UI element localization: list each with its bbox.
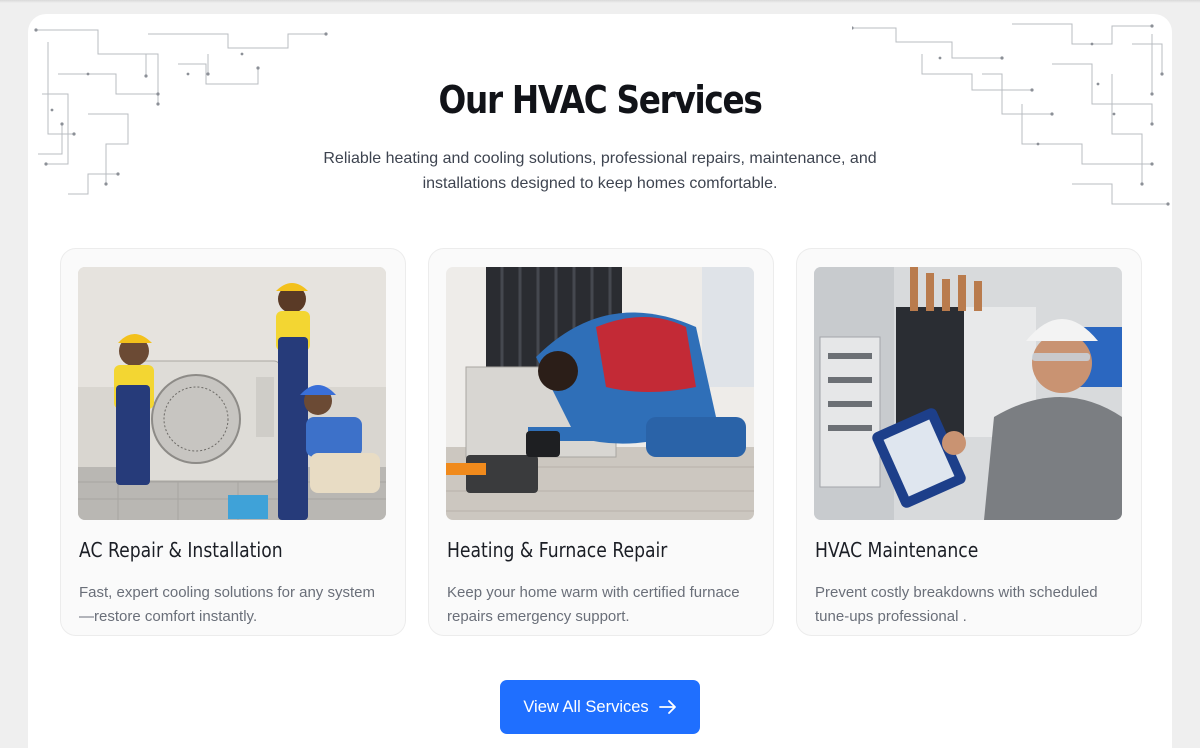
arrow-right-icon [658,700,676,714]
page-top-shadow [0,0,1200,3]
view-all-services-button[interactable]: View All Services [500,680,700,734]
ac-installation-photo [78,267,386,520]
furnace-repair-photo [446,267,754,520]
service-title: AC Repair & Installation [79,538,283,562]
section-subtitle: Reliable heating and cooling solutions, … [323,150,877,192]
service-description: Prevent costly breakdowns with scheduled… [815,584,1098,625]
service-card-ac-repair[interactable]: AC Repair & Installation Fast, expert co… [60,248,406,636]
services-section: Our HVAC Services Reliable heating and c… [28,14,1172,748]
view-all-services-label: View All Services [523,697,649,716]
maintenance-photo [814,267,1122,520]
service-title: Heating & Furnace Repair [447,538,668,562]
service-title: HVAC Maintenance [815,538,979,562]
service-description: Keep your home warm with certified furna… [447,584,740,625]
service-card-furnace-repair[interactable]: Heating & Furnace Repair Keep your home … [428,248,774,636]
service-card-maintenance[interactable]: HVAC Maintenance Prevent costly breakdow… [796,248,1142,636]
section-title: Our HVAC Services [438,78,762,122]
service-description: Fast, expert cooling solutions for any s… [79,584,375,625]
